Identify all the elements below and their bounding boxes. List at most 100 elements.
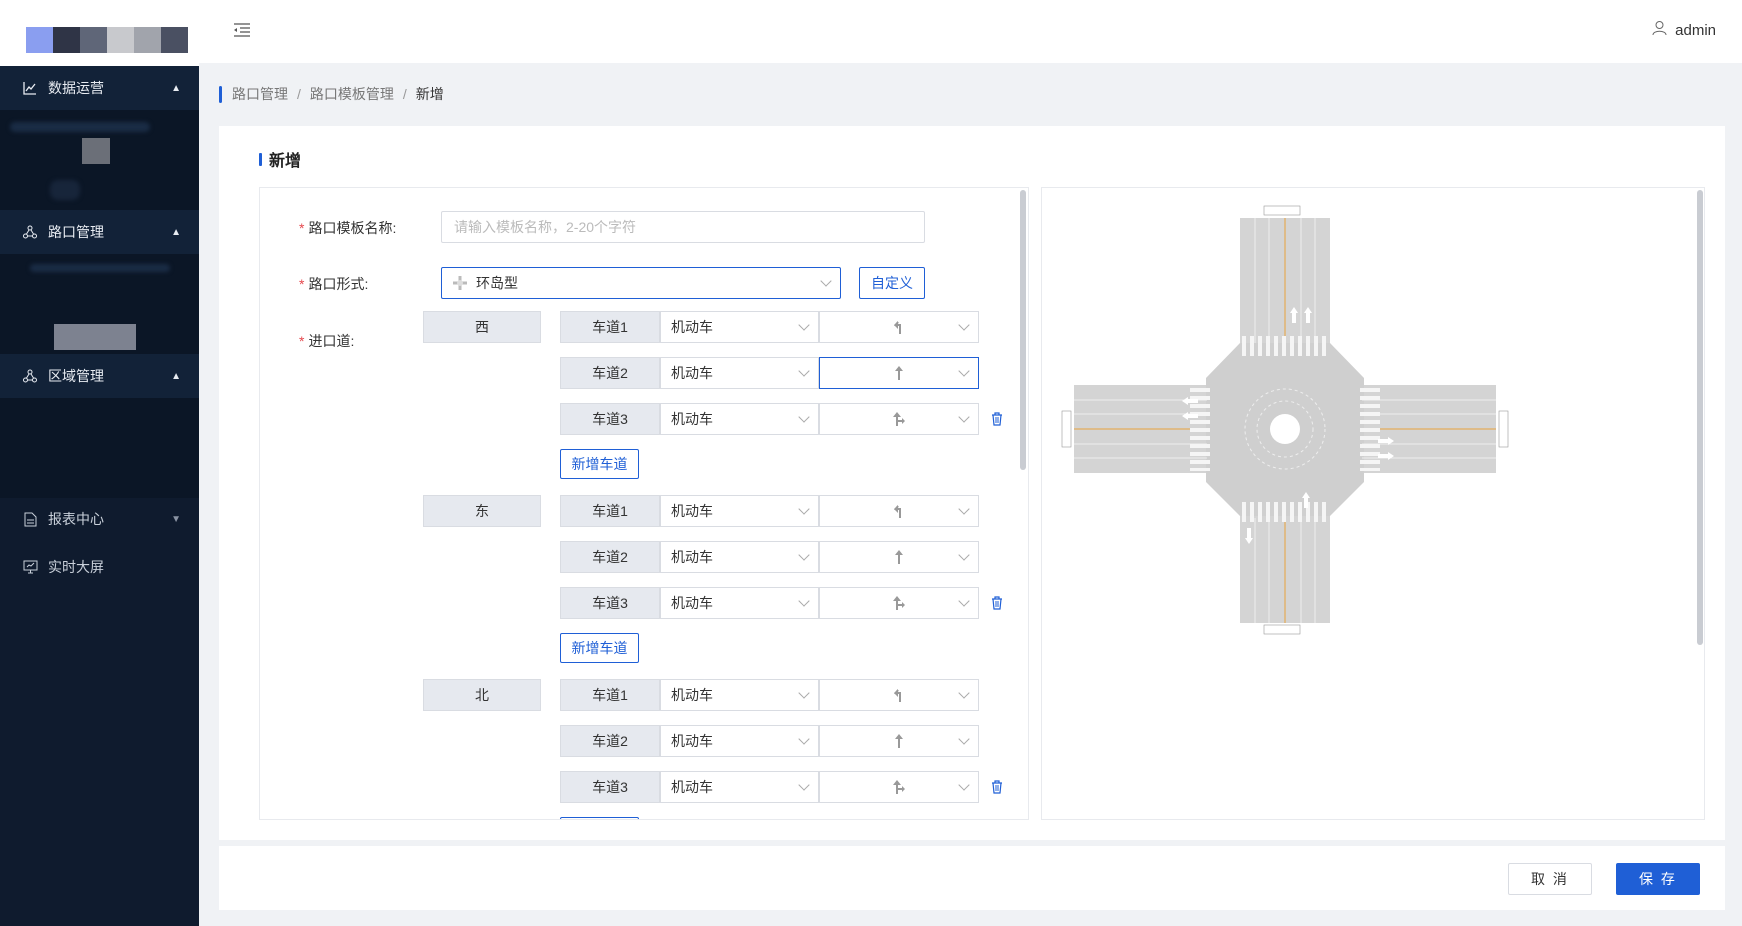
nav-group-data-ops: 数据运营 ▲ [0, 66, 199, 210]
straight-right-arrow-icon [892, 779, 906, 795]
lane-name: 车道2 [560, 541, 660, 573]
lane-turn-select[interactable] [819, 357, 979, 389]
custom-button[interactable]: 自定义 [859, 267, 925, 299]
chevron-down-icon [820, 275, 832, 287]
lane-type-select[interactable]: 机动车 [660, 679, 819, 711]
chevron-up-icon: ▲ [171, 226, 181, 238]
sidebar: 数据运营 ▲ 路口管理 ▲ 区域管理 ▲ 报表中心 ▼ 实时大屏 [0, 0, 199, 926]
lane-type-select[interactable]: 机动车 [660, 311, 819, 343]
card-title: 新增 [259, 147, 301, 171]
chevron-down-icon [958, 595, 970, 607]
lane-type-select[interactable]: 机动车 [660, 587, 819, 619]
network-icon [22, 368, 38, 384]
nav-submenu [0, 254, 199, 354]
roundabout-icon [452, 275, 468, 291]
approach-direction: 西 [423, 311, 541, 343]
lane-turn-select[interactable] [819, 403, 979, 435]
delete-lane-icon[interactable] [991, 596, 1005, 610]
chevron-down-icon [958, 779, 970, 791]
add-lane-button[interactable]: 新增车道 [560, 817, 639, 819]
form-panel: * 路口模板名称: 请输入模板名称，2-20个字符 * 路口形式: 环岛型 自定义 … [259, 187, 1029, 820]
lane-name: 车道3 [560, 403, 660, 435]
delete-lane-icon[interactable] [991, 780, 1005, 794]
lane-type-select[interactable]: 机动车 [660, 357, 819, 389]
nav-group-intersection: 路口管理 ▲ [0, 210, 199, 354]
chevron-down-icon [798, 411, 810, 423]
add-lane-button[interactable]: 新增车道 [560, 449, 639, 479]
chevron-down-icon [958, 503, 970, 515]
roundabout-diagram [1061, 205, 1509, 635]
nav-item-realtime-screen[interactable]: 实时大屏 [0, 545, 199, 589]
select-value: 环岛型 [476, 275, 518, 291]
approach-label: * 进口道: [299, 333, 355, 349]
lane-type-select[interactable]: 机动车 [660, 541, 819, 573]
intersection-shape-select[interactable]: 环岛型 [441, 267, 841, 299]
lane-turn-select[interactable] [819, 495, 979, 527]
page-title: 新增 [269, 153, 302, 170]
menu-collapse-icon[interactable] [233, 22, 251, 38]
lane-type-select[interactable]: 机动车 [660, 495, 819, 527]
breadcrumb-current: 新增 [415, 86, 444, 102]
chevron-down-icon [958, 687, 970, 699]
user-menu[interactable]: admin [1652, 20, 1716, 40]
lane-turn-select[interactable] [819, 541, 979, 573]
select-value: 机动车 [671, 411, 713, 427]
chevron-down-icon [798, 733, 810, 745]
breadcrumb-marker [219, 85, 222, 103]
delete-lane-icon[interactable] [991, 412, 1005, 426]
input-placeholder: 请输入模板名称，2-20个字符 [454, 219, 637, 235]
lane-name: 车道3 [560, 587, 660, 619]
chevron-down-icon [798, 319, 810, 331]
lane-type-select[interactable]: 机动车 [660, 403, 819, 435]
monitor-icon [22, 559, 38, 575]
add-lane-button[interactable]: 新增车道 [560, 633, 639, 663]
breadcrumb-item[interactable]: 路口模板管理 [310, 84, 394, 104]
lane-turn-select[interactable] [819, 771, 979, 803]
lane-turn-select[interactable] [819, 679, 979, 711]
lane-turn-select[interactable] [819, 311, 979, 343]
preview-scrollbar[interactable] [1697, 190, 1703, 645]
breadcrumb-item[interactable]: 路口管理 [232, 84, 288, 104]
template-name-input[interactable]: 请输入模板名称，2-20个字符 [441, 211, 925, 243]
form-scrollbar[interactable] [1020, 190, 1026, 470]
select-value: 机动车 [671, 687, 713, 703]
approach-direction: 北 [423, 679, 541, 711]
nav-group-label: 路口管理 [48, 224, 104, 240]
nav-group-header-data-ops[interactable]: 数据运营 ▲ [0, 66, 199, 110]
chevron-down-icon [958, 411, 970, 423]
logo [0, 0, 199, 66]
select-value: 机动车 [671, 365, 713, 381]
nav-group-header-intersection[interactable]: 路口管理 ▲ [0, 210, 199, 254]
nav-group-region: 区域管理 ▲ [0, 354, 199, 498]
left-turn-arrow-icon [893, 687, 905, 703]
select-value: 机动车 [671, 595, 713, 611]
lane-name: 车道2 [560, 725, 660, 757]
chevron-down-icon: ▼ [171, 513, 181, 525]
chevron-down-icon [958, 365, 970, 377]
chart-line-icon [22, 80, 38, 96]
shape-label: * 路口形式: [299, 276, 369, 292]
lane-turn-select[interactable] [819, 587, 979, 619]
save-button[interactable]: 保 存 [1616, 863, 1700, 895]
lane-type-select[interactable]: 机动车 [660, 771, 819, 803]
select-value: 机动车 [671, 319, 713, 335]
left-turn-arrow-icon [893, 319, 905, 335]
title-marker [259, 152, 262, 166]
lane-type-select[interactable]: 机动车 [660, 725, 819, 757]
chevron-down-icon [958, 549, 970, 561]
cancel-button[interactable]: 取 消 [1508, 863, 1592, 895]
straight-arrow-icon [894, 365, 904, 381]
intersection-preview [1041, 187, 1705, 820]
approach-direction: 东 [423, 495, 541, 527]
left-turn-arrow-icon [893, 503, 905, 519]
lane-name: 车道1 [560, 495, 660, 527]
straight-arrow-icon [894, 549, 904, 565]
nav-item-report-center[interactable]: 报表中心 ▼ [0, 497, 199, 541]
name-label: * 路口模板名称: [299, 220, 397, 236]
select-value: 机动车 [671, 549, 713, 565]
form-footer: 取 消 保 存 [219, 846, 1725, 910]
lane-name: 车道1 [560, 679, 660, 711]
nav-item-label: 实时大屏 [48, 559, 104, 575]
lane-turn-select[interactable] [819, 725, 979, 757]
nav-group-header-region[interactable]: 区域管理 ▲ [0, 354, 199, 398]
